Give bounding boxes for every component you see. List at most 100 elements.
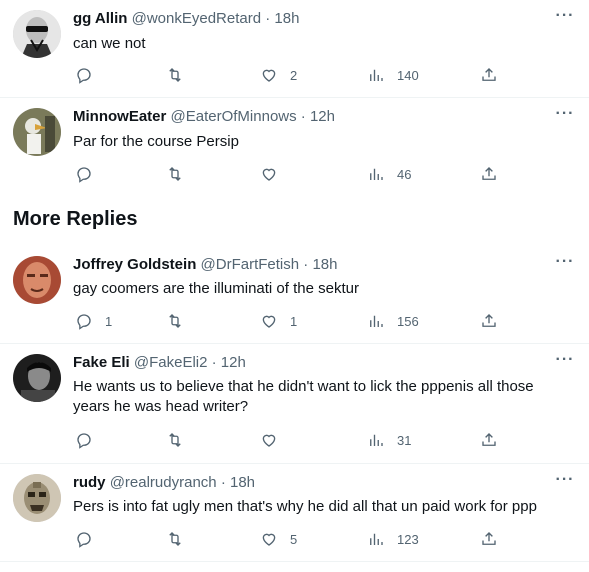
- share-icon: [482, 532, 496, 545]
- reply-button[interactable]: [75, 528, 105, 550]
- like-button[interactable]: 5: [260, 528, 297, 550]
- share-icon: [482, 314, 496, 327]
- tweet-actions: 5 123: [73, 528, 513, 550]
- retweet-icon: [169, 68, 181, 82]
- avatar-image: [13, 474, 61, 522]
- retweet-button[interactable]: [166, 429, 196, 451]
- author-name[interactable]: MinnowEater: [73, 108, 166, 125]
- tweet[interactable]: gg Allin @wonkEyedRetard · 18h ··· can w…: [0, 0, 589, 98]
- more-options-icon[interactable]: ···: [555, 472, 575, 493]
- views-button[interactable]: 31: [367, 429, 411, 451]
- share-button[interactable]: [480, 64, 498, 86]
- views-button[interactable]: 123: [367, 528, 419, 550]
- tweet[interactable]: Joffrey Goldstein @DrFartFetish · 18h ··…: [0, 246, 589, 344]
- more-options-icon[interactable]: ···: [555, 352, 575, 373]
- author-name[interactable]: Joffrey Goldstein: [73, 256, 196, 273]
- tweet-actions: 2 140: [73, 64, 513, 86]
- tweet-text: He wants us to believe that he didn't wa…: [73, 378, 534, 415]
- timestamp[interactable]: · 18h: [265, 10, 299, 27]
- retweet-button[interactable]: [166, 310, 196, 332]
- like-count: 5: [290, 531, 298, 547]
- tweet-header: Fake Eli @FakeEli2 · 12h: [73, 353, 549, 373]
- heart-icon: [262, 434, 276, 447]
- avatar-image: [13, 256, 61, 304]
- avatar-image: [13, 354, 61, 402]
- tweet-text: can we not: [73, 35, 146, 52]
- reply-icon: [77, 433, 91, 449]
- views-chart-icon: [370, 533, 383, 545]
- share-icon: [482, 433, 496, 446]
- tweet[interactable]: MinnowEater @EaterOfMinnows · 12h ··· Pa…: [0, 98, 589, 198]
- author-name[interactable]: gg Allin: [73, 10, 127, 27]
- author-handle[interactable]: @DrFartFetish: [201, 256, 300, 273]
- avatar[interactable]: [13, 108, 61, 156]
- tweet-actions: 1 1 156: [73, 310, 513, 332]
- share-button[interactable]: [480, 429, 498, 451]
- views-button[interactable]: 156: [367, 310, 419, 332]
- timestamp[interactable]: · 12h: [301, 108, 335, 125]
- share-button[interactable]: [480, 528, 498, 550]
- more-options-icon[interactable]: ···: [555, 254, 575, 275]
- section-title: More Replies: [13, 208, 138, 230]
- view-count: 140: [397, 67, 419, 83]
- retweet-icon: [169, 167, 181, 181]
- like-count: 2: [290, 67, 298, 83]
- share-icon: [482, 68, 496, 81]
- tweet[interactable]: rudy @realrudyranch · 18h ··· Pers is in…: [0, 464, 589, 562]
- reply-button[interactable]: [75, 163, 105, 185]
- avatar[interactable]: [13, 10, 61, 58]
- like-count: 1: [290, 313, 298, 329]
- tweet-header: gg Allin @wonkEyedRetard · 18h: [73, 9, 549, 29]
- share-button[interactable]: [480, 163, 498, 185]
- more-options-icon[interactable]: ···: [555, 106, 575, 127]
- tweet-text: Par for the course Persip: [73, 133, 239, 150]
- like-button[interactable]: [260, 429, 290, 451]
- retweet-button[interactable]: [166, 163, 196, 185]
- view-count: 156: [397, 313, 419, 329]
- heart-icon: [262, 315, 276, 328]
- like-button[interactable]: 2: [260, 64, 297, 86]
- tweet-actions: 31: [73, 429, 513, 451]
- tweet-text: Pers is into fat ugly men that's why he …: [73, 498, 537, 515]
- author-name[interactable]: rudy: [73, 474, 106, 491]
- more-options-icon[interactable]: ···: [555, 8, 575, 29]
- reply-icon: [77, 314, 91, 330]
- retweet-button[interactable]: [166, 64, 196, 86]
- avatar[interactable]: [13, 354, 61, 402]
- avatar-image: [13, 108, 61, 156]
- views-chart-icon: [370, 434, 383, 446]
- share-icon: [482, 167, 496, 180]
- like-button[interactable]: 1: [260, 310, 297, 332]
- timestamp[interactable]: · 18h: [221, 474, 255, 491]
- author-handle[interactable]: @wonkEyedRetard: [132, 10, 261, 27]
- reply-button[interactable]: [75, 64, 105, 86]
- view-count: 46: [397, 166, 412, 182]
- reply-button[interactable]: 1: [75, 310, 112, 332]
- retweet-icon: [169, 532, 181, 546]
- tweet-header: MinnowEater @EaterOfMinnows · 12h: [73, 107, 549, 127]
- reply-count: 1: [105, 313, 113, 329]
- timestamp[interactable]: · 18h: [303, 256, 337, 273]
- tweet[interactable]: Fake Eli @FakeEli2 · 12h ··· He wants us…: [0, 344, 589, 464]
- avatar-image: [13, 10, 61, 58]
- like-button[interactable]: [260, 163, 290, 185]
- author-handle[interactable]: @realrudyranch: [110, 474, 217, 491]
- views-button[interactable]: 140: [367, 64, 419, 86]
- tweet-header: rudy @realrudyranch · 18h: [73, 473, 549, 493]
- avatar[interactable]: [13, 256, 61, 304]
- author-handle[interactable]: @EaterOfMinnows: [171, 108, 297, 125]
- author-handle[interactable]: @FakeEli2: [134, 354, 208, 371]
- views-chart-icon: [370, 168, 383, 180]
- reply-icon: [77, 167, 91, 183]
- views-chart-icon: [370, 315, 383, 327]
- heart-icon: [262, 533, 276, 546]
- author-name[interactable]: Fake Eli: [73, 354, 130, 371]
- timestamp[interactable]: · 12h: [212, 354, 246, 371]
- views-button[interactable]: 46: [367, 163, 411, 185]
- reply-icon: [77, 532, 91, 548]
- retweet-button[interactable]: [166, 528, 196, 550]
- reply-button[interactable]: [75, 429, 105, 451]
- avatar[interactable]: [13, 474, 61, 522]
- share-button[interactable]: [480, 310, 498, 332]
- retweet-icon: [169, 433, 181, 447]
